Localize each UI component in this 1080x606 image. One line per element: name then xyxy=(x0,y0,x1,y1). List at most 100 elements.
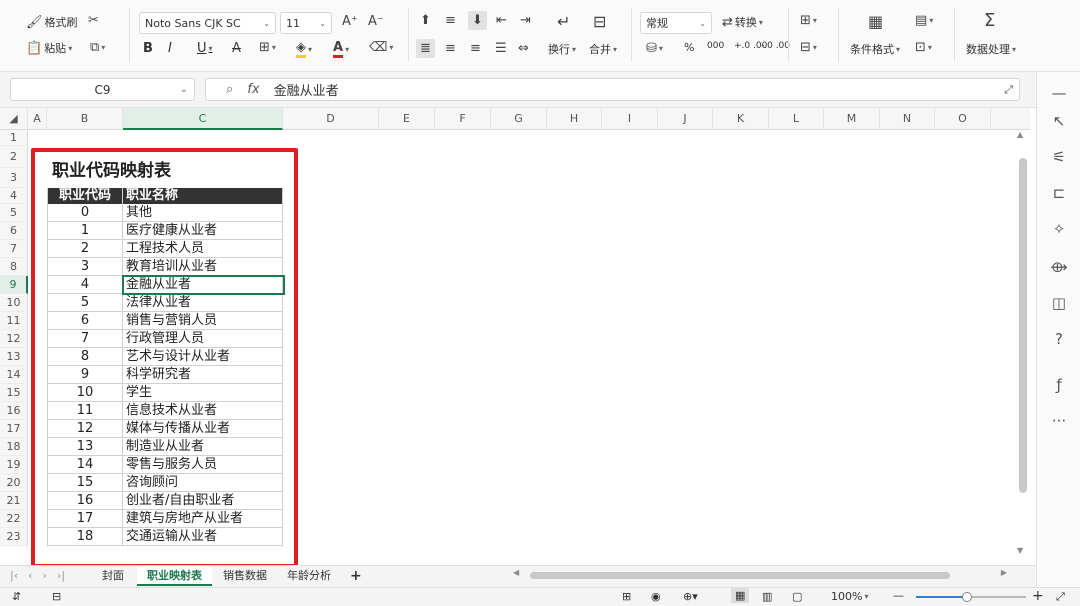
comment-icon[interactable]: ⊏ xyxy=(1049,184,1069,204)
normal-view-icon[interactable]: ▦ xyxy=(731,588,750,603)
row-header[interactable]: 13 xyxy=(0,348,28,366)
zoom-level[interactable]: 100% ▾ xyxy=(831,590,868,603)
last-sheet-icon[interactable]: ›| xyxy=(57,569,65,582)
help-icon[interactable]: ? xyxy=(1049,330,1069,350)
row-header[interactable]: 23 xyxy=(0,528,28,546)
collapse-icon[interactable]: — xyxy=(1049,84,1069,104)
vertical-scrollbar[interactable]: ▲ ▼ xyxy=(1017,130,1029,560)
shrink-font-button[interactable]: A⁻ xyxy=(368,14,384,29)
strikethrough-button[interactable]: A xyxy=(232,41,241,56)
align-bottom-button[interactable]: ⬇ xyxy=(468,11,487,30)
col-header-b[interactable]: B xyxy=(47,108,123,130)
merge-button[interactable]: 合并 ▾ xyxy=(589,41,617,57)
indent-decrease-button[interactable]: ⇤ xyxy=(496,13,507,28)
worksheet-button[interactable]: ⊟ ▾ xyxy=(800,40,817,55)
font-size-select[interactable]: 11 ⌄ xyxy=(280,12,332,34)
sliders-icon[interactable]: ⚟ xyxy=(1049,148,1069,168)
italic-button[interactable]: I xyxy=(168,41,172,56)
distribute-button[interactable]: ⇔ xyxy=(518,41,529,56)
align-middle-button[interactable]: ≡ xyxy=(445,13,456,28)
tab-sales-data[interactable]: 销售数据 xyxy=(213,566,277,586)
cond-format-icon-button[interactable]: ▦ xyxy=(868,12,883,31)
fill-color-button[interactable]: ◈ ▾ xyxy=(296,40,312,58)
col-header-h[interactable]: H xyxy=(547,108,602,130)
tab-age-analysis[interactable]: 年龄分析 xyxy=(277,566,341,586)
scroll-down-icon[interactable]: ▼ xyxy=(1017,546,1023,555)
align-right-button[interactable]: ≡ xyxy=(470,41,481,56)
col-header-i[interactable]: I xyxy=(602,108,658,130)
macro-icon[interactable]: ⇵ xyxy=(12,590,21,603)
col-header-j[interactable]: J xyxy=(658,108,713,130)
row-header[interactable]: 19 xyxy=(0,456,28,474)
merge-icon-button[interactable]: ⊟ xyxy=(593,12,606,31)
format-painter-button[interactable]: 🖌 格式刷 xyxy=(26,14,78,30)
wrap-icon-button[interactable]: ↵ xyxy=(557,12,570,31)
row-header[interactable]: 2 xyxy=(0,146,28,168)
clear-button[interactable]: ⌫ ▾ xyxy=(369,40,393,55)
spreadsheet-grid[interactable]: ◢ A B C D E F G H I J K L M N O 12345678… xyxy=(0,108,1030,565)
paste-button[interactable]: 📋 粘贴 ▾ xyxy=(26,40,72,56)
col-header-k[interactable]: K xyxy=(713,108,769,130)
grow-font-button[interactable]: A⁺ xyxy=(342,14,358,29)
row-header[interactable]: 21 xyxy=(0,492,28,510)
fullscreen-icon[interactable]: ⤢ xyxy=(1056,590,1065,604)
align-left-button[interactable]: ≣ xyxy=(416,39,435,58)
eye-icon[interactable]: ◉ xyxy=(651,590,661,603)
tab-cover[interactable]: 封面 xyxy=(92,566,134,586)
conditional-format-button[interactable]: 条件格式 ▾ xyxy=(850,41,900,57)
formula-input[interactable]: ⌕ fx 金融从业者 ⤢ xyxy=(205,78,1020,101)
zoom-slider-thumb[interactable] xyxy=(962,592,972,602)
horizontal-scrollbar[interactable]: ◀ ▶ xyxy=(505,568,1015,582)
zoom-in-icon[interactable]: + xyxy=(1032,588,1044,604)
prev-sheet-icon[interactable]: ‹ xyxy=(28,569,32,582)
col-header-l[interactable]: L xyxy=(769,108,824,130)
tools-icon[interactable]: ✧ xyxy=(1049,220,1069,240)
tab-occupation-map[interactable]: 职业映射表 xyxy=(137,566,212,586)
row-header[interactable]: 1 xyxy=(0,130,28,146)
row-col-button[interactable]: ⊞ ▾ xyxy=(800,13,817,28)
currency-button[interactable]: ⛁ ▾ xyxy=(646,41,663,56)
row-header[interactable]: 14 xyxy=(0,366,28,384)
col-header-o[interactable]: O xyxy=(935,108,991,130)
row-header[interactable]: 10 xyxy=(0,294,28,312)
sum-icon-button[interactable]: Σ xyxy=(984,10,995,31)
col-header-f[interactable]: F xyxy=(435,108,491,130)
zoom-out-icon[interactable]: — xyxy=(893,589,904,602)
page-break-icon[interactable]: ▢ xyxy=(792,590,802,603)
col-header-d[interactable]: D xyxy=(283,108,379,130)
percent-button[interactable]: % xyxy=(684,41,694,54)
name-box[interactable]: C9 ⌄ xyxy=(10,78,195,101)
bold-button[interactable]: B xyxy=(143,41,153,56)
border-button[interactable]: ⊞ ▾ xyxy=(259,40,276,55)
indent-increase-button[interactable]: ⇥ xyxy=(520,13,531,28)
col-header-e[interactable]: E xyxy=(379,108,435,130)
row-header[interactable]: 22 xyxy=(0,510,28,528)
page-layout-icon[interactable]: ▥ xyxy=(762,590,772,603)
cut-button[interactable]: ✂ xyxy=(88,13,99,28)
row-header[interactable]: 6 xyxy=(0,222,28,240)
select-all-corner[interactable]: ◢ xyxy=(0,108,28,130)
row-header[interactable]: 17 xyxy=(0,420,28,438)
focus-icon[interactable]: ⊕▾ xyxy=(683,590,698,603)
zoom-slider[interactable] xyxy=(916,592,1026,602)
first-sheet-icon[interactable]: |‹ xyxy=(10,569,18,582)
thousands-button[interactable]: 000 xyxy=(707,41,724,51)
row-header[interactable]: 20 xyxy=(0,474,28,492)
row-header[interactable]: 12 xyxy=(0,330,28,348)
align-center-button[interactable]: ≡ xyxy=(445,41,456,56)
justify-button[interactable]: ☰ xyxy=(495,41,507,56)
row-header[interactable]: 11 xyxy=(0,312,28,330)
protect-icon[interactable]: ⊞ xyxy=(622,590,631,603)
scroll-left-icon[interactable]: ◀ xyxy=(513,568,519,577)
more-icon[interactable]: ··· xyxy=(1049,412,1069,432)
row-header[interactable]: 18 xyxy=(0,438,28,456)
row-header[interactable]: 3 xyxy=(0,168,28,188)
col-header-m[interactable]: M xyxy=(824,108,880,130)
underline-button[interactable]: U ▾ xyxy=(197,41,213,56)
scroll-up-icon[interactable]: ▲ xyxy=(1017,130,1023,139)
next-sheet-icon[interactable]: › xyxy=(43,569,47,582)
scroll-right-icon[interactable]: ▶ xyxy=(1001,568,1007,577)
col-header-g[interactable]: G xyxy=(491,108,547,130)
decimal-decrease-button[interactable]: -.0 .00 xyxy=(761,41,790,51)
book-icon[interactable]: ◫ xyxy=(1049,294,1069,314)
